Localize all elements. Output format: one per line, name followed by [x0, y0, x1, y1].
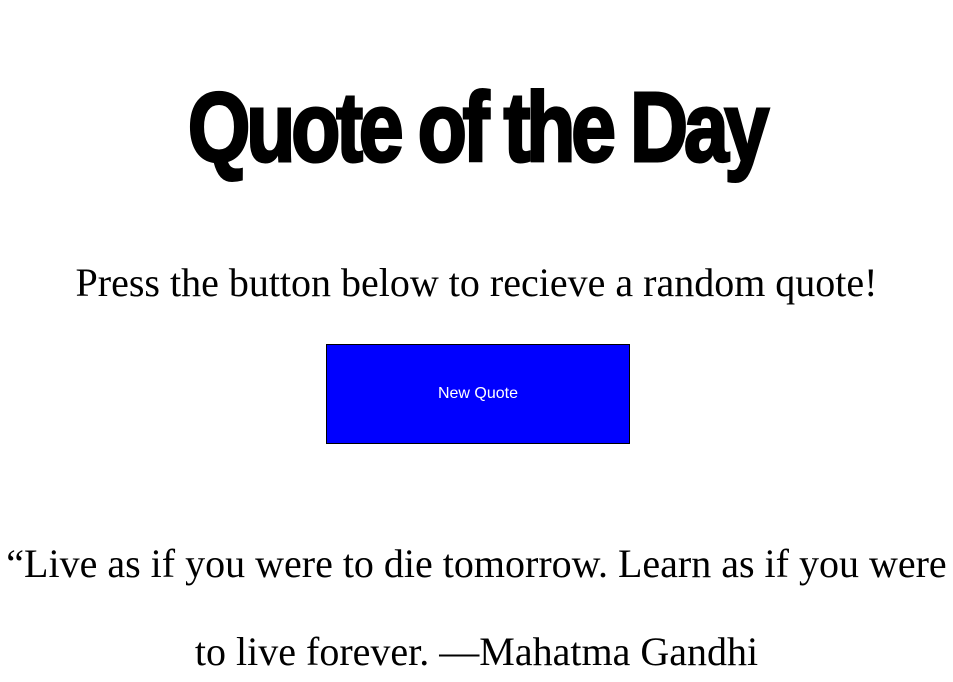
page: Quote of the Day Press the button below … — [0, 0, 953, 682]
new-quote-button[interactable]: New Quote — [326, 344, 630, 444]
quote-text: “Live as if you were to die tomorrow. Le… — [6, 541, 947, 674]
page-title: Quote of the Day — [187, 71, 771, 184]
instructions-text: Press the button below to recieve a rand… — [75, 260, 878, 305]
